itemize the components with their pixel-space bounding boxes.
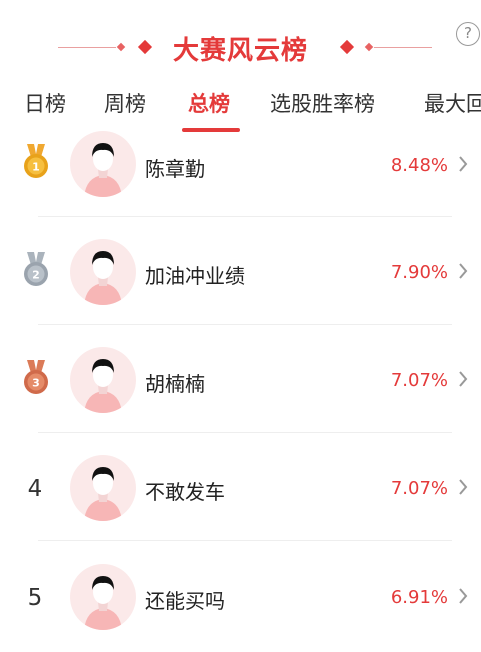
gold-medal-icon: 1	[24, 144, 48, 178]
user-name: 胡楠楠	[145, 372, 205, 396]
avatar	[70, 347, 136, 413]
row-divider	[38, 432, 452, 433]
silver-medal-icon: 2	[24, 252, 48, 286]
avatar	[70, 455, 136, 521]
chevron-right-icon	[459, 156, 468, 172]
return-value: 6.91%	[390, 587, 448, 608]
medal-rank-number: 3	[32, 377, 40, 390]
title-banner: 大赛风云榜	[0, 28, 481, 68]
row-divider	[38, 216, 452, 217]
rank-number: 4	[27, 476, 43, 502]
return-value: 7.90%	[390, 262, 448, 283]
ranking-row-2[interactable]: 2 加油冲业绩 7.90%	[0, 218, 481, 326]
row-divider	[38, 324, 452, 325]
chevron-right-icon	[459, 479, 468, 495]
row-divider	[38, 540, 452, 541]
bronze-medal-icon: 3	[24, 360, 48, 394]
return-value: 7.07%	[390, 370, 448, 391]
user-name: 不敢发车	[145, 480, 225, 504]
avatar	[70, 239, 136, 305]
medal-rank-number: 1	[32, 161, 40, 174]
medal-rank-number: 2	[32, 269, 40, 282]
right-decor-line	[374, 47, 432, 48]
page-title: 大赛风云榜	[172, 36, 308, 66]
avatar	[70, 131, 136, 197]
avatar	[70, 564, 136, 630]
chevron-right-icon	[459, 588, 468, 604]
return-value: 8.48%	[390, 155, 448, 176]
chevron-right-icon	[459, 263, 468, 279]
user-name: 陈章勤	[145, 157, 205, 181]
ranking-row-5[interactable]: 5 还能买吗 6.91%	[0, 542, 481, 650]
ranking-row-1[interactable]: 1 陈章勤 8.48%	[0, 110, 481, 218]
leaderboard-header: 大赛风云榜 ?	[0, 0, 481, 84]
user-name: 加油冲业绩	[145, 264, 245, 288]
ranking-row-3[interactable]: 3 胡楠楠 7.07%	[0, 326, 481, 434]
rank-number: 5	[27, 585, 43, 611]
help-icon[interactable]: ?	[456, 22, 480, 46]
chevron-right-icon	[459, 371, 468, 387]
return-value: 7.07%	[390, 478, 448, 499]
ranking-row-4[interactable]: 4 不敢发车 7.07%	[0, 434, 481, 542]
user-name: 还能买吗	[145, 589, 225, 613]
